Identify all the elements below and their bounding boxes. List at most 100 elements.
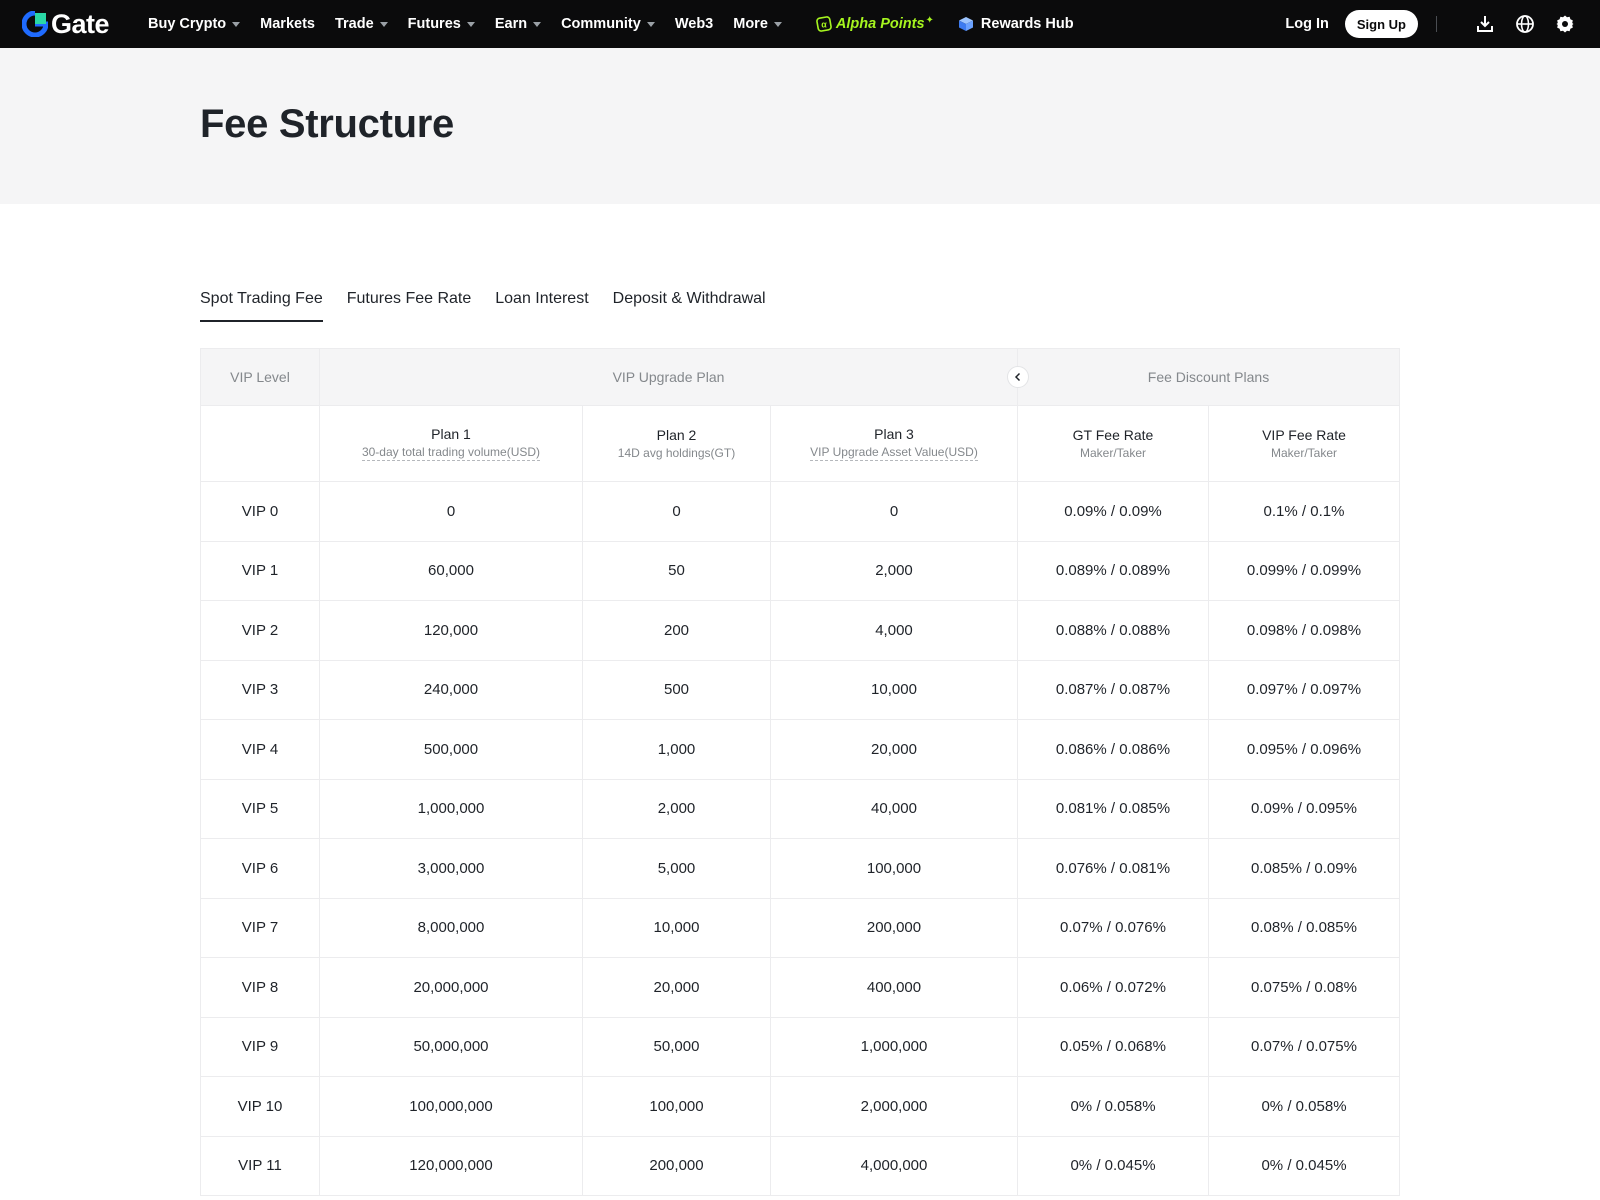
nav-earn[interactable]: Earn: [495, 16, 542, 32]
nav-markets[interactable]: Markets: [260, 16, 315, 32]
nav-trade[interactable]: Trade: [335, 16, 388, 32]
cell-vip-fee-rate: 0% / 0.058%: [1261, 1097, 1347, 1115]
cell-plan-2: 1,000: [583, 720, 771, 779]
cell-gt-fee-rate: 0.06% / 0.072%: [1018, 958, 1209, 1017]
column-header-level: [201, 406, 320, 481]
login-button[interactable]: Log In: [1285, 16, 1329, 32]
cell-vip-level: VIP 1: [201, 541, 320, 600]
table-row: VIP 9 50,000,000 50,000 1,000,000 0.05% / 0.…: [201, 1017, 1399, 1077]
group-fee-discount-plans: Fee Discount Plans: [1147, 369, 1270, 385]
scroll-left-button[interactable]: [1007, 366, 1029, 388]
column-subtitle: 14D avg holdings(GT): [617, 446, 736, 460]
cell-gt-fee-rate: 0.05% / 0.068%: [1018, 1017, 1209, 1076]
nav-futures[interactable]: Futures: [408, 16, 475, 32]
cell-plan-2: 5,000: [583, 839, 771, 898]
cell-plan-2: 2,000: [583, 779, 771, 838]
svg-text:α: α: [821, 20, 827, 30]
column-title: VIP Fee Rate: [1262, 427, 1346, 443]
cell-plan-2: 100,000: [583, 1077, 771, 1136]
tab-spot-trading-fee[interactable]: Spot Trading Fee: [200, 290, 323, 322]
cell-plan-2: 200: [583, 601, 771, 660]
table-row: VIP 0 0 0 0 0.09% / 0.09% 0.1% / 0.1%: [201, 482, 1399, 542]
column-title: Plan 3: [874, 426, 914, 442]
table-group-header: VIP Level VIP Upgrade Plan Fee Discount …: [201, 349, 1399, 406]
cell-plan-1: 60,000: [320, 541, 583, 600]
globe-icon[interactable]: [1515, 14, 1535, 34]
cell-vip-level: VIP 2: [201, 601, 320, 660]
cell-gt-fee-rate: 0.088% / 0.088%: [1018, 601, 1209, 660]
cell-plan-1: 120,000,000: [320, 1136, 583, 1195]
cell-vip-fee-rate: 0.098% / 0.098%: [1246, 621, 1362, 639]
rewards-hub-link[interactable]: Rewards Hub: [958, 16, 1074, 32]
gate-logo[interactable]: Gate: [21, 9, 110, 39]
column-subtitle: Maker/Taker: [1079, 446, 1147, 460]
cell-plan-3: 4,000: [771, 601, 1018, 660]
cell-plan-1: 120,000: [320, 601, 583, 660]
nav-more[interactable]: More: [733, 16, 782, 32]
chevron-left-icon: [1014, 372, 1021, 382]
gear-icon[interactable]: [1555, 14, 1575, 34]
cell-vip-level: VIP 7: [201, 898, 320, 957]
cell-gt-fee-rate: 0.081% / 0.085%: [1018, 779, 1209, 838]
cell-vip-fee-rate: 0.09% / 0.095%: [1251, 800, 1357, 818]
cell-plan-2: 20,000: [583, 958, 771, 1017]
cell-plan-1: 240,000: [320, 660, 583, 719]
cell-vip-level: VIP 5: [201, 779, 320, 838]
cell-vip-level: VIP 4: [201, 720, 320, 779]
cell-vip-fee-rate: 0.085% / 0.09%: [1251, 859, 1357, 877]
table-row: VIP 1 60,000 50 2,000 0.089% / 0.089% 0.099% …: [201, 541, 1399, 601]
cell-plan-3: 10,000: [771, 660, 1018, 719]
chevron-down-icon: [466, 22, 475, 27]
cell-plan-3: 2,000: [771, 541, 1018, 600]
cell-gt-fee-rate: 0.07% / 0.076%: [1018, 898, 1209, 957]
alpha-points-link[interactable]: α Alpha Points ✦: [816, 14, 934, 32]
cell-plan-3: 4,000,000: [771, 1136, 1018, 1195]
cell-vip-fee-rate: 0.099% / 0.099%: [1246, 562, 1362, 580]
cell-plan-1: 8,000,000: [320, 898, 583, 957]
tab-loan-interest[interactable]: Loan Interest: [495, 290, 588, 322]
nav-buy-crypto[interactable]: Buy Crypto: [148, 16, 241, 32]
cell-vip-fee-rate: 0.08% / 0.085%: [1251, 919, 1357, 937]
column-header-plan-2: Plan 2 14D avg holdings(GT): [583, 406, 771, 481]
column-title: GT Fee Rate: [1072, 427, 1154, 443]
signup-button[interactable]: Sign Up: [1344, 10, 1418, 38]
chevron-down-icon: [232, 22, 241, 27]
table-row: VIP 7 8,000,000 10,000 200,000 0.07% / 0.076…: [201, 898, 1399, 958]
fee-tabs: Spot Trading Fee Futures Fee Rate Loan I…: [200, 290, 790, 322]
table-body: VIP 0 0 0 0 0.09% / 0.09% 0.1% / 0.1% VIP 1 60,…: [201, 482, 1399, 1196]
download-icon[interactable]: [1475, 14, 1495, 34]
cell-gt-fee-rate: 0.087% / 0.087%: [1018, 660, 1209, 719]
nav-web3[interactable]: Web3: [675, 16, 713, 32]
column-subtitle[interactable]: 30-day total trading volume(USD): [361, 445, 541, 461]
cell-vip-fee-rate: 0.095% / 0.096%: [1246, 740, 1362, 758]
column-header-vip-fee-rate: VIP Fee Rate Maker/Taker: [1209, 406, 1399, 481]
cell-vip-level: VIP 3: [201, 660, 320, 719]
main-nav: Buy Crypto Markets Trade Futures Earn Co…: [148, 0, 1074, 48]
sparkle-icon: ✦: [925, 14, 934, 26]
nav-label: Web3: [674, 16, 714, 32]
cell-vip-level: VIP 9: [201, 1017, 320, 1076]
cell-plan-3: 20,000: [771, 720, 1018, 779]
tab-futures-fee-rate[interactable]: Futures Fee Rate: [347, 290, 472, 322]
tab-deposit-withdrawal[interactable]: Deposit & Withdrawal: [613, 290, 766, 322]
cell-vip-fee-rate: 0.1% / 0.1%: [1263, 502, 1345, 520]
alpha-points-icon: α: [816, 16, 832, 32]
group-vip-level: VIP Level: [201, 349, 320, 405]
cell-vip-level: VIP 0: [201, 482, 320, 541]
table-row: VIP 4 500,000 1,000 20,000 0.086% / 0.086% 0.…: [201, 720, 1399, 780]
column-subtitle[interactable]: VIP Upgrade Asset Value(USD): [810, 445, 978, 461]
cell-gt-fee-rate: 0.089% / 0.089%: [1018, 541, 1209, 600]
chevron-down-icon: [379, 22, 388, 27]
cell-vip-level: VIP 11: [201, 1136, 320, 1195]
cell-gt-fee-rate: 0.086% / 0.086%: [1018, 720, 1209, 779]
table-row: VIP 10 100,000,000 100,000 2,000,000 0% / 0.…: [201, 1077, 1399, 1137]
nav-label: More: [733, 16, 768, 32]
cell-plan-3: 400,000: [771, 958, 1018, 1017]
cell-plan-2: 200,000: [583, 1136, 771, 1195]
top-navigation: Gate Buy Crypto Markets Trade Futures Ea…: [0, 0, 1600, 48]
column-title: Plan 2: [656, 427, 697, 443]
cell-vip-fee-rate: 0.07% / 0.075%: [1251, 1038, 1357, 1056]
cell-gt-fee-rate: 0.076% / 0.081%: [1018, 839, 1209, 898]
nav-community[interactable]: Community: [561, 16, 655, 32]
column-header-plan-1: Plan 1 30-day total trading volume(USD): [320, 406, 583, 481]
